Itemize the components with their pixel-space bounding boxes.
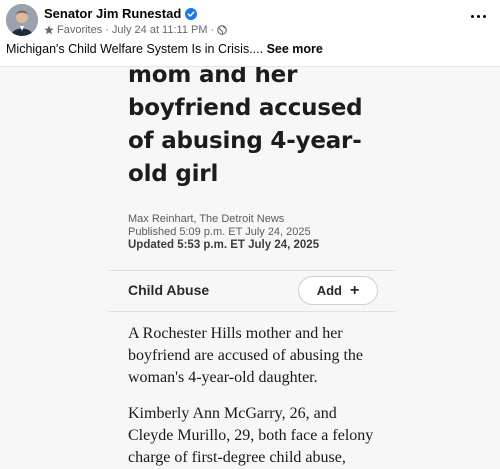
post-timestamp[interactable]: July 24 at 11:11 PM: [112, 24, 208, 36]
plus-icon: +: [349, 281, 360, 299]
headline-line: boyfriend accused: [128, 95, 363, 121]
see-more-link[interactable]: See more: [267, 42, 323, 56]
post-header: Senator Jim Runestad Favorites · July 24…: [0, 0, 500, 66]
paragraph-line: woman's 4-year-old daughter.: [128, 369, 318, 386]
headline-line: of abusing 4-year-: [128, 128, 362, 154]
paragraph-line: Kimberly Ann McGarry, 26, and: [128, 405, 337, 422]
post-text-body: Michigan's Child Welfare System Is in Cr…: [6, 42, 267, 56]
headline-line: old girl: [128, 161, 219, 187]
divider: [108, 311, 396, 312]
byline-updated: Updated 5:53 p.m. ET July 24, 2025: [128, 239, 320, 251]
audience-label: Favorites: [57, 24, 103, 36]
verified-badge-icon: [185, 7, 198, 20]
post-meta: Favorites · July 24 at 11:11 PM ·: [44, 24, 228, 36]
paragraph-line: Cleyde Murillo, 29, both face a felony: [128, 427, 374, 444]
article-paragraph: Kimberly Ann McGarry, 26, and Cleyde Mur…: [128, 403, 388, 469]
more-options-icon[interactable]: [466, 8, 490, 24]
post-text: Michigan's Child Welfare System Is in Cr…: [6, 42, 323, 56]
meta-separator: ·: [105, 24, 109, 36]
byline-published: Published 5:09 p.m. ET July 24, 2025: [128, 226, 311, 238]
author-avatar[interactable]: [6, 4, 38, 36]
byline-author: Max Reinhart, The Detroit News: [128, 213, 285, 225]
article-paragraph: A Rochester Hills mother and her boyfrie…: [128, 323, 388, 389]
divider: [108, 270, 396, 271]
avatar-portrait-icon: [6, 4, 38, 36]
headline-line: mom and her: [128, 66, 298, 88]
meta-separator-2: ·: [210, 24, 215, 36]
paragraph-line: charge of first-degree child abuse,: [128, 449, 346, 466]
article-byline: Max Reinhart, The Detroit News Published…: [128, 213, 319, 252]
star-icon: [44, 25, 54, 35]
author-name-text[interactable]: Senator Jim Runestad: [44, 6, 181, 21]
article-headline: mom and her boyfriend accused of abusing…: [128, 66, 378, 191]
add-topic-label: Add: [316, 283, 342, 298]
paragraph-line: A Rochester Hills mother and her: [128, 325, 343, 342]
globe-icon: [217, 25, 228, 35]
article-preview[interactable]: mom and her boyfriend accused of abusing…: [0, 66, 500, 469]
author-name[interactable]: Senator Jim Runestad: [44, 6, 198, 21]
topic-label: Child Abuse: [128, 282, 210, 298]
add-topic-button[interactable]: Add +: [298, 276, 378, 305]
paragraph-line: boyfriend are accused of abusing the: [128, 347, 364, 364]
